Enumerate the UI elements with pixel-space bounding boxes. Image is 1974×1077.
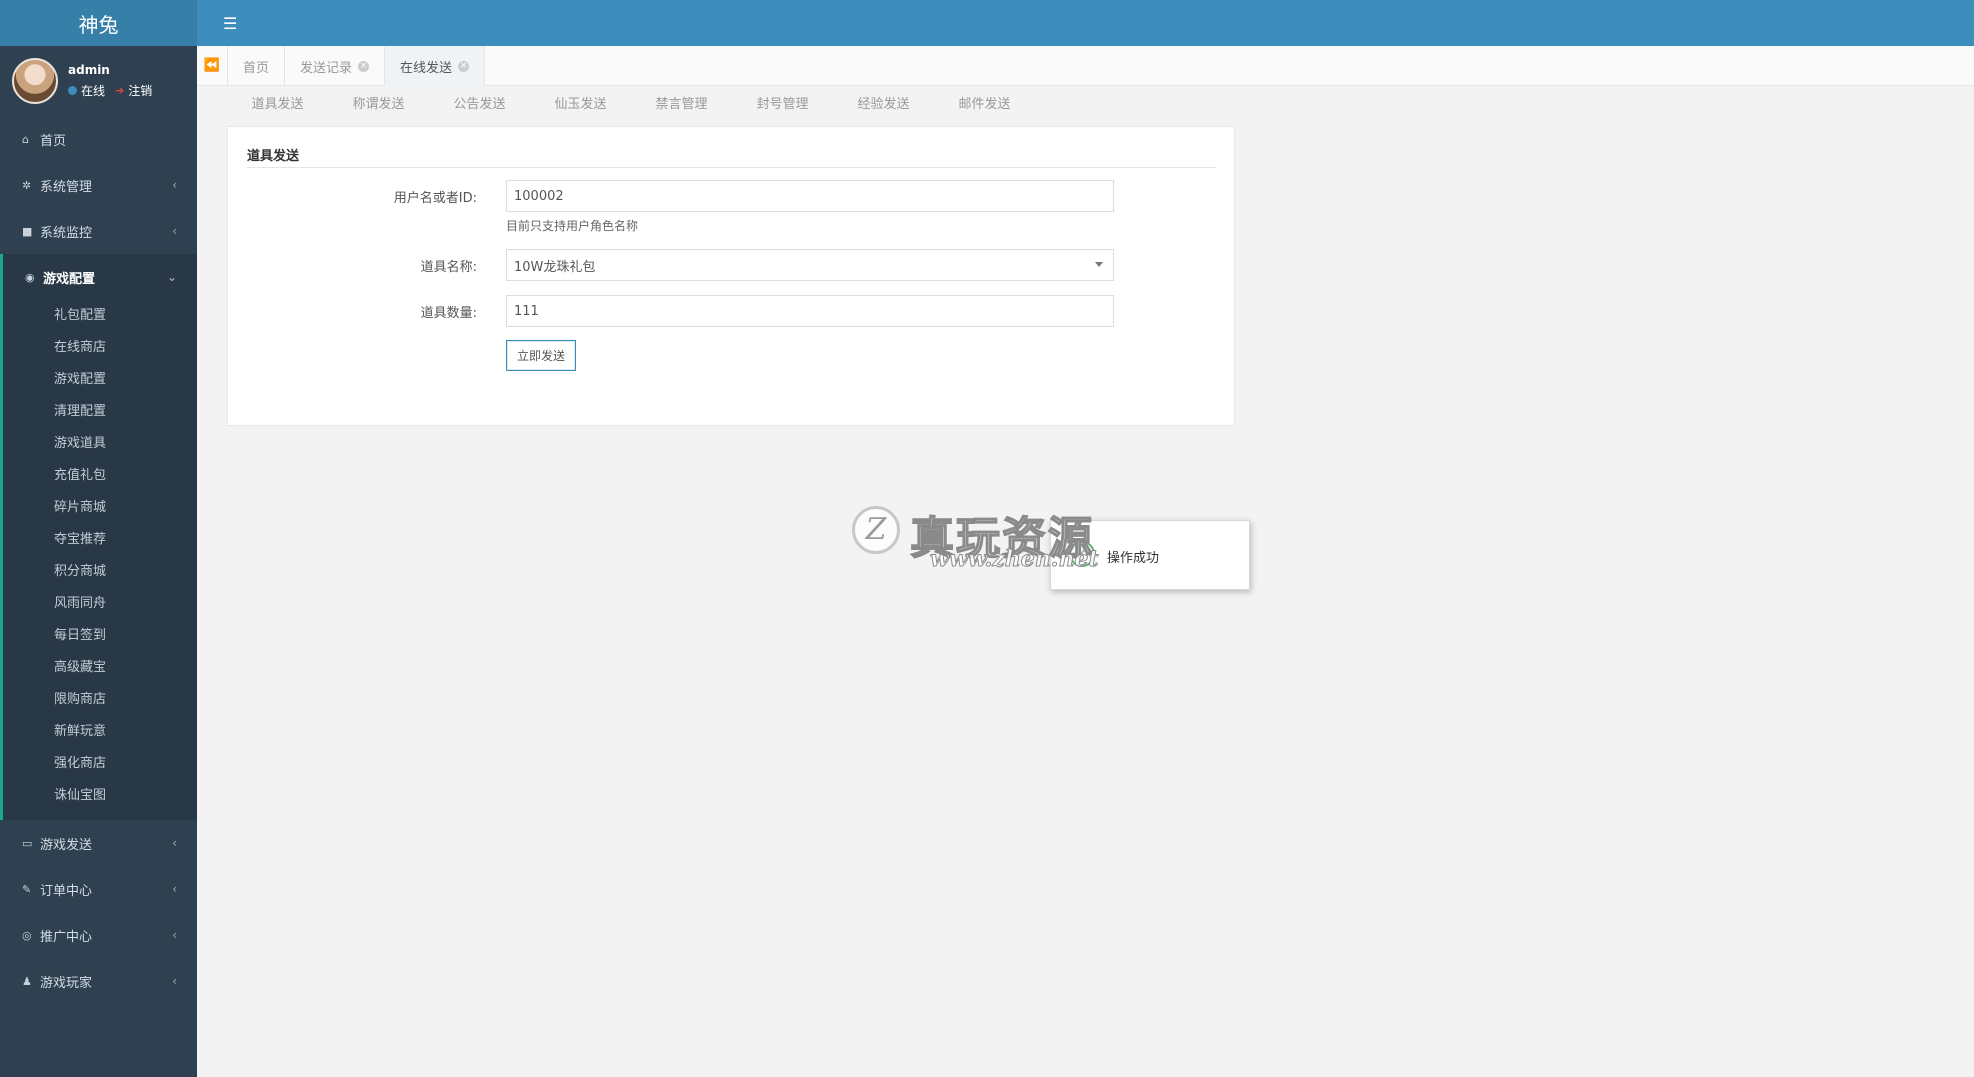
submenu-item[interactable]: 游戏道具 xyxy=(3,428,197,460)
submenu-item[interactable]: 在线商店 xyxy=(3,332,197,364)
page-tabs: ⏪ 首页 发送记录 × 在线发送 × xyxy=(197,46,1974,86)
tab-home[interactable]: 首页 xyxy=(228,46,286,86)
sidebar-item-label: 系统监控 xyxy=(40,225,93,241)
submenu-item[interactable]: 碎片商城 xyxy=(3,492,197,524)
sidebar: 神兔 admin 在线 ➔ 注销 ⌂ 首页 ✲ 系统管理 ‹ ■ 系统监控 ‹ xyxy=(0,0,197,1077)
logout-icon[interactable]: ➔ xyxy=(115,84,124,97)
item-qty-input[interactable]: 111 xyxy=(506,295,1114,327)
submenu-item[interactable]: 积分商城 xyxy=(3,556,197,588)
submenu-item[interactable]: 礼包配置 xyxy=(3,300,197,332)
sidebar-item-label: 游戏配置 xyxy=(43,271,96,287)
subnav-item-jade-send[interactable]: 仙玉发送 xyxy=(530,90,631,120)
chevron-down-icon: ⌄ xyxy=(166,270,177,284)
subnav-item-title-send[interactable]: 称谓发送 xyxy=(328,90,429,120)
submenu-item[interactable]: 充值礼包 xyxy=(3,460,197,492)
submenu-item[interactable]: 诛仙宝图 xyxy=(3,780,197,812)
user-icon: ♟ xyxy=(22,974,32,988)
item-qty-label: 道具数量: xyxy=(420,306,477,321)
gear-icon: ✲ xyxy=(22,178,32,192)
gamepad-icon: ◉ xyxy=(25,270,35,284)
sidebar-item-game-send[interactable]: ▭ 游戏发送 ‹ xyxy=(0,820,197,866)
chevron-left-icon: ‹ xyxy=(172,836,177,850)
item-qty-row: 道具数量: 111 xyxy=(228,295,1236,327)
subnav-item-exp-send[interactable]: 经验发送 xyxy=(833,90,934,120)
submenu-item[interactable]: 限购商店 xyxy=(3,684,197,716)
panel-title: 道具发送 xyxy=(247,145,1216,168)
submenu-item[interactable]: 高级藏宝 xyxy=(3,652,197,684)
sidebar-item-label: 系统管理 xyxy=(40,179,93,195)
watermark-logo: Z xyxy=(852,506,900,554)
close-icon[interactable]: × xyxy=(358,60,370,72)
chevron-left-icon: ‹ xyxy=(172,178,177,192)
sidebar-item-promotion[interactable]: ◎ 推广中心 ‹ xyxy=(0,912,197,958)
tab-label: 发送记录 xyxy=(300,60,353,76)
send-now-button[interactable]: 立即发送 xyxy=(506,340,576,371)
subnav-item-mute[interactable]: 禁言管理 xyxy=(631,90,732,120)
chevron-left-icon: ‹ xyxy=(172,882,177,896)
online-status-icon xyxy=(68,86,77,95)
sidebar-item-orders[interactable]: ✎ 订单中心 ‹ xyxy=(0,866,197,912)
submenu-item[interactable]: 风雨同舟 xyxy=(3,588,197,620)
submenu-item[interactable]: 夺宝推荐 xyxy=(3,524,197,556)
sidebar-menu-bottom: ▭ 游戏发送 ‹ ✎ 订单中心 ‹ ◎ 推广中心 ‹ ♟ 游戏玩家 ‹ xyxy=(0,820,197,1004)
item-name-select[interactable]: 10W龙珠礼包 xyxy=(506,249,1114,281)
handshake-icon: ◎ xyxy=(22,928,32,942)
submenu-item[interactable]: 清理配置 xyxy=(3,396,197,428)
sidebar-item-monitor[interactable]: ■ 系统监控 ‹ xyxy=(0,208,197,254)
menu-toggle-icon[interactable]: ☰ xyxy=(223,14,237,33)
close-icon[interactable]: × xyxy=(458,60,470,72)
sidebar-item-players[interactable]: ♟ 游戏玩家 ‹ xyxy=(0,958,197,1004)
tab-online-send[interactable]: 在线发送 × xyxy=(385,46,486,86)
game-config-submenu: 礼包配置 在线商店 游戏配置 清理配置 游戏道具 充值礼包 碎片商城 夺宝推荐 … xyxy=(0,300,197,820)
tab-label: 在线发送 xyxy=(400,60,453,76)
submenu-item[interactable]: 每日签到 xyxy=(3,620,197,652)
item-name-row: 道具名称: 10W龙珠礼包 xyxy=(228,249,1236,281)
user-id-input[interactable]: 100002 xyxy=(506,180,1114,212)
sidebar-item-label: 游戏发送 xyxy=(40,837,93,853)
item-name-selected: 10W龙珠礼包 xyxy=(514,259,596,275)
chevron-down-icon xyxy=(1095,262,1103,267)
tab-send-records[interactable]: 发送记录 × xyxy=(285,46,386,86)
chevron-left-icon: ‹ xyxy=(172,928,177,942)
brush-icon: ✎ xyxy=(22,882,32,896)
online-status: 在线 xyxy=(81,84,106,98)
item-send-panel: 道具发送 用户名或者ID: 100002 目前只支持用户角色名称 道具名称: 1… xyxy=(227,126,1235,426)
subnav-item-ban[interactable]: 封号管理 xyxy=(732,90,833,120)
avatar[interactable] xyxy=(12,58,58,104)
sidebar-item-label: 推广中心 xyxy=(40,929,93,945)
logout-link[interactable]: 注销 xyxy=(128,82,152,99)
keyboard-icon: ▭ xyxy=(22,836,33,850)
sidebar-item-label: 首页 xyxy=(40,133,67,149)
subnav-item-item-send[interactable]: 道具发送 xyxy=(227,90,328,120)
user-name: admin xyxy=(68,63,110,77)
tabs-scroll-left-icon[interactable]: ⏪ xyxy=(197,46,228,85)
user-id-row: 用户名或者ID: 100002 xyxy=(228,180,1236,212)
sidebar-item-system[interactable]: ✲ 系统管理 ‹ xyxy=(0,162,197,208)
user-id-hint: 目前只支持用户角色名称 xyxy=(506,219,639,233)
user-panel: admin 在线 ➔ 注销 xyxy=(0,46,197,116)
item-name-label: 道具名称: xyxy=(420,260,477,275)
chevron-left-icon: ‹ xyxy=(172,224,177,238)
sidebar-item-label: 订单中心 xyxy=(40,883,93,899)
sidebar-menu: ⌂ 首页 ✲ 系统管理 ‹ ■ 系统监控 ‹ ◉ 游戏配置 ⌄ xyxy=(0,116,197,300)
toast-message: 操作成功 xyxy=(1107,551,1160,566)
sidebar-item-home[interactable]: ⌂ 首页 xyxy=(0,116,197,162)
sub-navigation: 道具发送 称谓发送 公告发送 仙玉发送 禁言管理 封号管理 经验发送 邮件发送 xyxy=(227,90,1035,120)
video-camera-icon: ■ xyxy=(22,224,33,238)
submenu-item[interactable]: 强化商店 xyxy=(3,748,197,780)
success-toast: ✓ 操作成功 xyxy=(1050,520,1250,590)
chevron-left-icon: ‹ xyxy=(172,974,177,988)
top-navbar: ☰ xyxy=(197,0,1974,46)
brand-logo[interactable]: 神兔 xyxy=(0,0,197,46)
submenu-item[interactable]: 游戏配置 xyxy=(3,364,197,396)
success-check-icon: ✓ xyxy=(1069,541,1095,567)
home-icon: ⌂ xyxy=(22,132,29,146)
sidebar-item-game-config[interactable]: ◉ 游戏配置 ⌄ xyxy=(0,254,197,300)
sidebar-item-label: 游戏玩家 xyxy=(40,975,93,991)
tab-label: 首页 xyxy=(243,60,270,76)
user-id-label: 用户名或者ID: xyxy=(393,191,477,206)
subnav-item-mail-send[interactable]: 邮件发送 xyxy=(934,90,1035,120)
submenu-item[interactable]: 新鲜玩意 xyxy=(3,716,197,748)
subnav-item-announcement[interactable]: 公告发送 xyxy=(429,90,530,120)
